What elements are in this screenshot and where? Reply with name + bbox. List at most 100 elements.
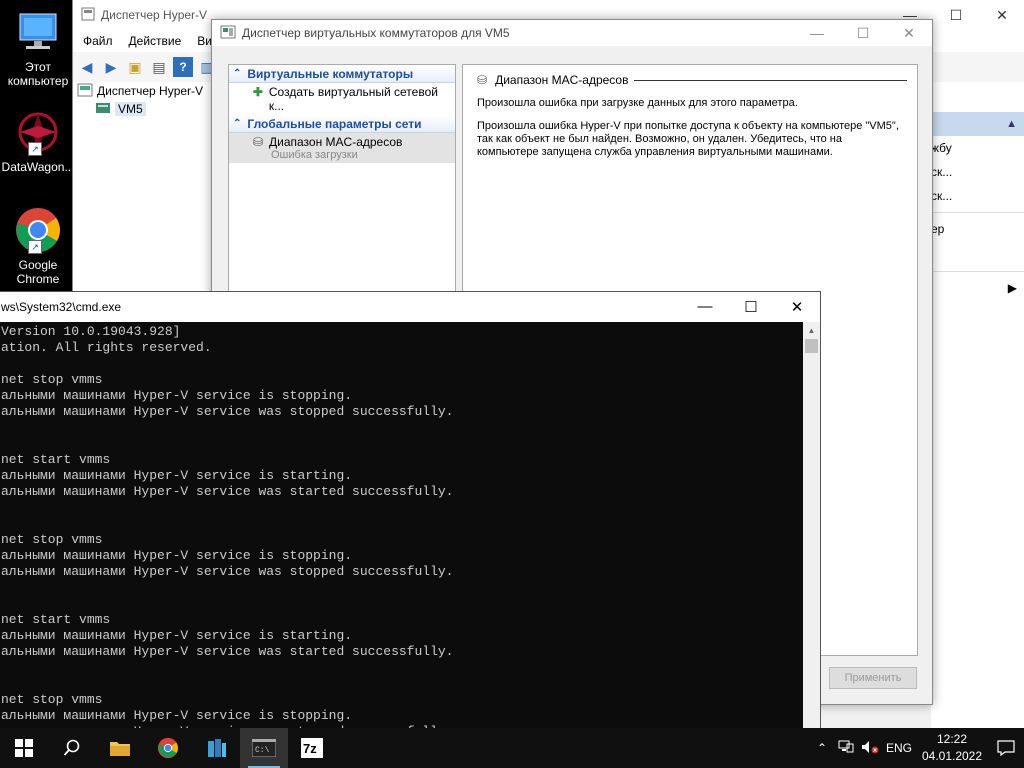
- up-folder-icon[interactable]: ▣: [125, 57, 145, 77]
- console-line: Version 10.0.19043.928]: [1, 324, 181, 339]
- console-line: альными машинами Hyper-V service is star…: [1, 468, 353, 483]
- desktop-icon-datawagon[interactable]: ↗ DataWagon...: [0, 108, 76, 174]
- search-icon: [63, 739, 80, 756]
- help-icon[interactable]: ?: [173, 57, 193, 77]
- network-icon[interactable]: [834, 740, 858, 757]
- actions-header[interactable]: ▲: [931, 112, 1024, 136]
- clock-time: 12:22: [936, 732, 968, 746]
- collapse-chevron-icon: ⌃: [233, 68, 242, 79]
- hyperv-title: Диспетчер Hyper-V: [101, 8, 208, 22]
- item-error-status: Ошибка загрузки: [271, 149, 358, 161]
- action-item[interactable]: ер: [931, 217, 1024, 241]
- notification-center-button[interactable]: [988, 740, 1024, 756]
- create-virtual-switch-item[interactable]: ✚ Создать виртуальный сетевой к...: [229, 83, 455, 115]
- console-line: альными машинами Hyper-V service is stop…: [1, 708, 353, 723]
- console-output[interactable]: Version 10.0.19043.928] ation. All rights…: [0, 322, 803, 729]
- minimize-button[interactable]: —: [682, 298, 728, 316]
- back-arrow-icon[interactable]: ◀: [77, 57, 97, 77]
- maximize-button[interactable]: ☐: [728, 298, 774, 316]
- menu-action[interactable]: Действие: [129, 34, 182, 48]
- action-submenu[interactable]: ▶: [931, 276, 1024, 300]
- console-line: альными машинами Hyper-V service was sto…: [1, 564, 454, 579]
- console-line: net start vmms: [1, 452, 111, 467]
- network-adapter-icon: ⛁: [477, 73, 488, 87]
- tree-vm5-label: VM5: [115, 102, 146, 116]
- desktop-icon-label: Этот: [25, 60, 51, 74]
- input-language[interactable]: ENG: [882, 741, 916, 755]
- item-label: Создать виртуальный сетевой к...: [268, 85, 438, 113]
- clock[interactable]: 12:22 04.01.2022: [916, 731, 988, 765]
- menu-file[interactable]: Файл: [83, 34, 113, 48]
- apply-button[interactable]: Применить: [829, 667, 917, 689]
- close-button[interactable]: ✕: [979, 7, 1024, 24]
- item-label: Диапазон MAC-адресов: [269, 135, 403, 149]
- server-icon: [95, 101, 111, 118]
- mac-range-item[interactable]: ⛁ Диапазон MAC-адресов Ошибка загрузки: [229, 133, 455, 163]
- switch-manager-icon: [220, 24, 236, 43]
- close-button[interactable]: ✕: [886, 25, 932, 42]
- console-line: net stop vmms: [1, 372, 103, 387]
- action-item[interactable]: жбу: [931, 136, 1024, 160]
- desktop-icon-label: Google: [18, 258, 58, 272]
- console-line: альными машинами Hyper-V service was sta…: [1, 484, 454, 499]
- collapse-up-icon: ▲: [1006, 118, 1017, 130]
- tree-item-root[interactable]: Диспетчер Hyper-V: [73, 82, 213, 100]
- action-item[interactable]: ск...: [931, 160, 1024, 184]
- 7zip-icon: 7z: [301, 738, 323, 758]
- action-item[interactable]: ск...: [931, 184, 1024, 208]
- vertical-scrollbar[interactable]: ▲: [803, 322, 820, 729]
- add-switch-icon: ✚: [252, 85, 263, 99]
- console-line: net stop vmms: [1, 532, 103, 547]
- svg-text:7z: 7z: [303, 741, 317, 756]
- chrome-taskbar-button[interactable]: [144, 728, 192, 768]
- desktop-icon-this-pc[interactable]: Этот компьютер: [0, 8, 76, 88]
- computer-icon: [14, 8, 62, 56]
- header-divider: [634, 79, 907, 81]
- minimize-button[interactable]: —: [794, 25, 840, 42]
- scrollbar-thumb[interactable]: [805, 339, 818, 353]
- actions-pane: ▲ жбу ск... ск... ер ▶: [931, 82, 1024, 728]
- section-virtual-switches[interactable]: ⌃ Виртуальные коммутаторы: [229, 65, 455, 83]
- server-manager-icon: [208, 739, 226, 757]
- search-button[interactable]: [48, 728, 96, 768]
- clock-date: 04.01.2022: [921, 749, 983, 763]
- maximize-button[interactable]: ☐: [933, 7, 979, 24]
- console-line: альными машинами Hyper-V service was sta…: [1, 644, 454, 659]
- desktop-icon-chrome[interactable]: ↗ Google Chrome: [0, 206, 76, 286]
- server-manager-button[interactable]: [192, 728, 240, 768]
- console-text: Version 10.0.19043.928] ation. All rights…: [0, 322, 803, 729]
- volume-muted-icon[interactable]: [858, 740, 882, 757]
- cmd-titlebar[interactable]: ws\System32\cmd.exe — ☐ ✕: [0, 292, 820, 322]
- cmd-taskbar-button[interactable]: C:\: [240, 728, 288, 768]
- forward-arrow-icon[interactable]: ▶: [101, 57, 121, 77]
- notification-icon: [997, 740, 1015, 756]
- file-explorer-button[interactable]: [96, 728, 144, 768]
- hyperv-app-icon: [81, 7, 95, 24]
- console-tree-icon[interactable]: ▤: [149, 57, 169, 77]
- tree-item-vm5[interactable]: VM5: [73, 100, 213, 118]
- 7zip-button[interactable]: 7z: [288, 728, 336, 768]
- scroll-up-icon[interactable]: ▲: [803, 322, 820, 339]
- svg-text:C:\: C:\: [255, 746, 270, 755]
- datawagon-icon: ↗: [14, 108, 62, 156]
- close-button[interactable]: ✕: [774, 298, 820, 316]
- terminal-icon: C:\: [252, 739, 276, 757]
- section-global-network[interactable]: ⌃ Глобальные параметры сети: [229, 115, 455, 133]
- console-line: net start vmms: [1, 612, 111, 627]
- maximize-button: ☐: [856, 24, 870, 41]
- section-label: Виртуальные коммутаторы: [247, 66, 414, 81]
- start-button[interactable]: [0, 728, 48, 768]
- cmd-title: ws\System32\cmd.exe: [1, 300, 122, 314]
- chevron-up-icon[interactable]: ⌃: [810, 741, 834, 755]
- shortcut-arrow-icon: ↗: [28, 142, 42, 156]
- chrome-icon: [157, 737, 179, 759]
- desktop-icon-label: Chrome: [16, 272, 60, 286]
- tree-root-label: Диспетчер Hyper-V: [97, 84, 204, 98]
- dialog-titlebar[interactable]: Диспетчер виртуальных коммутаторов для V…: [212, 20, 932, 46]
- divider: [931, 212, 1024, 213]
